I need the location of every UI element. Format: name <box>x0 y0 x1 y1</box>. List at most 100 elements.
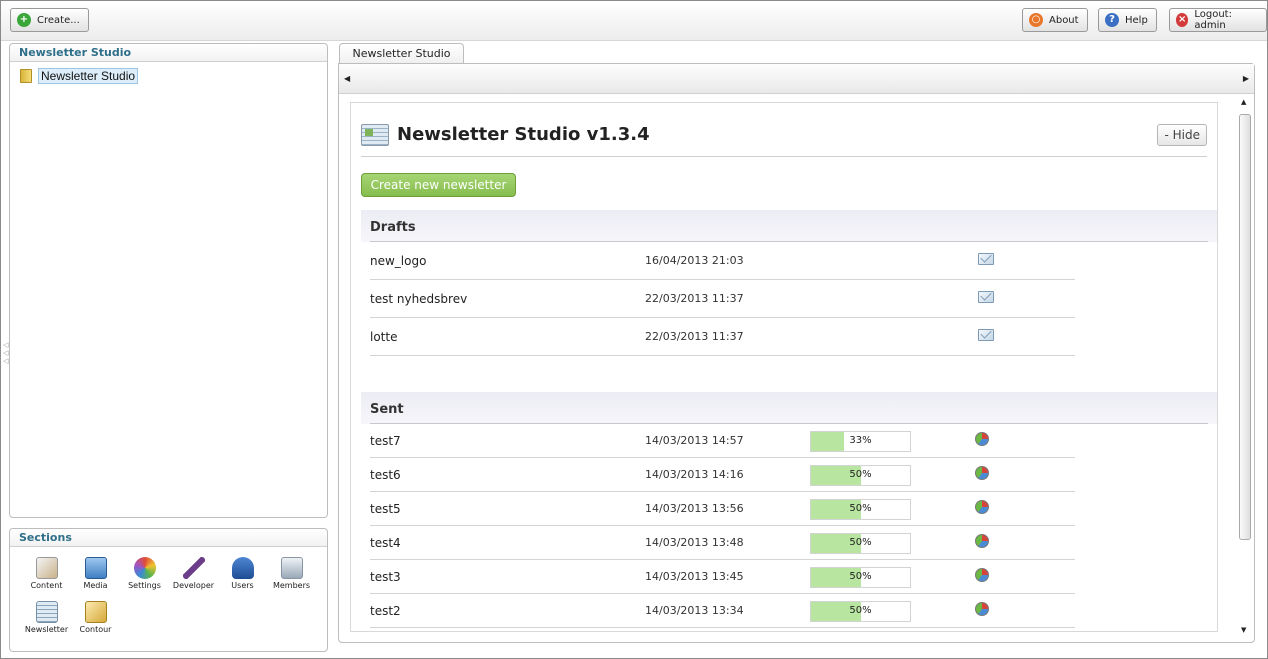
sent-row[interactable]: test6 14/03/2013 14:16 50% <box>370 458 1075 492</box>
members-icon <box>280 557 303 579</box>
hide-button[interactable]: - Hide <box>1157 124 1207 146</box>
send-mail-icon[interactable] <box>978 253 994 265</box>
create-button[interactable]: + Create... <box>10 8 89 32</box>
scroll-up-arrow-icon[interactable]: ▲ <box>1241 98 1246 106</box>
sections-grid: Content Media Settings Developer Users M… <box>22 557 322 645</box>
draft-name: test nyhedsbrev <box>370 292 468 306</box>
contour-icon <box>84 601 107 623</box>
top-toolbar: + Create... ○ About ? Help × Logout: adm… <box>1 1 1267 41</box>
help-button[interactable]: ? Help <box>1098 8 1157 32</box>
sent-row[interactable]: test4 14/03/2013 13:48 50% <box>370 526 1075 560</box>
sent-row[interactable]: test2 14/03/2013 13:34 50% <box>370 594 1075 628</box>
sent-heading: Sent <box>361 392 1217 424</box>
section-media[interactable]: Media <box>71 557 120 601</box>
section-label: Media <box>83 581 108 590</box>
create-new-newsletter-button[interactable]: Create new newsletter <box>361 173 516 197</box>
progress-label: 50% <box>849 537 872 548</box>
section-settings[interactable]: Settings <box>120 557 169 601</box>
draft-date: 22/03/2013 11:37 <box>645 330 744 343</box>
dashboard-content: Newsletter Studio v1.3.4 - Hide Create n… <box>350 102 1218 632</box>
draft-row[interactable]: lotte 22/03/2013 11:37 <box>370 318 1075 356</box>
logout-button[interactable]: × Logout: admin <box>1169 8 1267 32</box>
section-contour[interactable]: Contour <box>71 601 120 645</box>
section-users[interactable]: Users <box>218 557 267 601</box>
tab-newsletter-studio[interactable]: Newsletter Studio <box>339 43 464 64</box>
send-progress-bar: 50% <box>810 499 911 520</box>
tree-item-newsletter-studio[interactable]: Newsletter Studio <box>20 68 139 84</box>
send-progress-bar: 50% <box>810 533 911 554</box>
drafts-heading: Drafts <box>361 210 1217 242</box>
draft-date: 22/03/2013 11:37 <box>645 292 744 305</box>
sent-date: 14/03/2013 13:56 <box>645 502 744 515</box>
statistics-icon[interactable] <box>975 466 989 480</box>
logout-button-label: Logout: admin <box>1194 9 1232 31</box>
sent-name: test7 <box>370 434 401 448</box>
section-members[interactable]: Members <box>267 557 316 601</box>
sent-name: test3 <box>370 570 401 584</box>
draft-row[interactable]: new_logo 16/04/2013 21:03 <box>370 242 1075 280</box>
sent-date: 14/03/2013 14:57 <box>645 434 744 447</box>
statistics-icon[interactable] <box>975 534 989 548</box>
send-progress-bar: 50% <box>810 601 911 622</box>
vertical-scrollbar[interactable]: ▲ ▼ <box>1239 98 1251 634</box>
statistics-icon[interactable] <box>975 568 989 582</box>
progress-label: 50% <box>849 469 872 480</box>
section-newsletter[interactable]: Newsletter <box>22 601 71 645</box>
sent-name: test4 <box>370 536 401 550</box>
sent-heading-label: Sent <box>370 402 404 417</box>
close-icon: × <box>1176 13 1189 27</box>
about-icon: ○ <box>1029 13 1043 27</box>
about-button-label: About <box>1049 14 1079 26</box>
developer-icon <box>182 557 205 579</box>
sent-date: 14/03/2013 13:34 <box>645 604 744 617</box>
send-mail-icon[interactable] <box>978 291 994 303</box>
draft-row[interactable]: test nyhedsbrev 22/03/2013 11:37 <box>370 280 1075 318</box>
about-button[interactable]: ○ About <box>1022 8 1088 32</box>
main-panel: ◀ ▶ Newsletter Studio v1.3.4 - Hide Crea… <box>338 63 1255 643</box>
statistics-icon[interactable] <box>975 602 989 616</box>
sent-date: 14/03/2013 14:16 <box>645 468 744 481</box>
progress-label: 33% <box>849 435 872 446</box>
send-mail-icon[interactable] <box>978 329 994 341</box>
sent-row[interactable]: test5 14/03/2013 13:56 50% <box>370 492 1075 526</box>
page-title: Newsletter Studio v1.3.4 <box>397 124 650 145</box>
draft-date: 16/04/2013 21:03 <box>645 254 744 267</box>
vertical-scroll-thumb[interactable] <box>1239 114 1251 540</box>
content-icon <box>35 557 58 579</box>
media-icon <box>84 557 107 579</box>
newsletter-icon <box>35 601 58 623</box>
plus-icon: + <box>17 13 31 27</box>
sent-name: test2 <box>370 604 401 618</box>
dashboard-header: Newsletter Studio v1.3.4 - Hide <box>361 113 1207 157</box>
users-icon <box>231 557 254 579</box>
sent-name: test6 <box>370 468 401 482</box>
section-label: Content <box>30 581 63 590</box>
splitter-grip[interactable]: ◁ ◁ ◁ <box>3 341 8 365</box>
settings-icon <box>133 557 156 579</box>
scroll-right-arrow-icon[interactable]: ▶ <box>1243 74 1249 83</box>
drafts-heading-label: Drafts <box>370 220 416 235</box>
sections-panel: Sections Content Media Settings Develope… <box>9 528 328 652</box>
scroll-down-arrow-icon[interactable]: ▼ <box>1241 626 1246 634</box>
tree-panel: Newsletter Studio Newsletter Studio <box>9 43 328 518</box>
section-label: Settings <box>128 581 161 590</box>
section-label: Users <box>231 581 254 590</box>
section-content[interactable]: Content <box>22 557 71 601</box>
send-progress-bar: 50% <box>810 567 911 588</box>
sent-row[interactable]: test3 14/03/2013 13:45 50% <box>370 560 1075 594</box>
statistics-icon[interactable] <box>975 432 989 446</box>
section-label: Members <box>272 581 311 590</box>
section-developer[interactable]: Developer <box>169 557 218 601</box>
draft-name: new_logo <box>370 254 427 268</box>
send-progress-bar: 50% <box>810 465 911 486</box>
tree-panel-title: Newsletter Studio <box>10 44 327 62</box>
statistics-icon[interactable] <box>975 500 989 514</box>
scroll-left-arrow-icon[interactable]: ◀ <box>344 74 350 83</box>
progress-label: 50% <box>849 503 872 514</box>
section-label: Contour <box>79 625 112 634</box>
draft-name: lotte <box>370 330 398 344</box>
send-progress-bar: 33% <box>810 431 911 452</box>
create-button-label: Create... <box>37 14 80 26</box>
newsletter-icon <box>361 123 389 146</box>
sent-row[interactable]: test7 14/03/2013 14:57 33% <box>370 424 1075 458</box>
